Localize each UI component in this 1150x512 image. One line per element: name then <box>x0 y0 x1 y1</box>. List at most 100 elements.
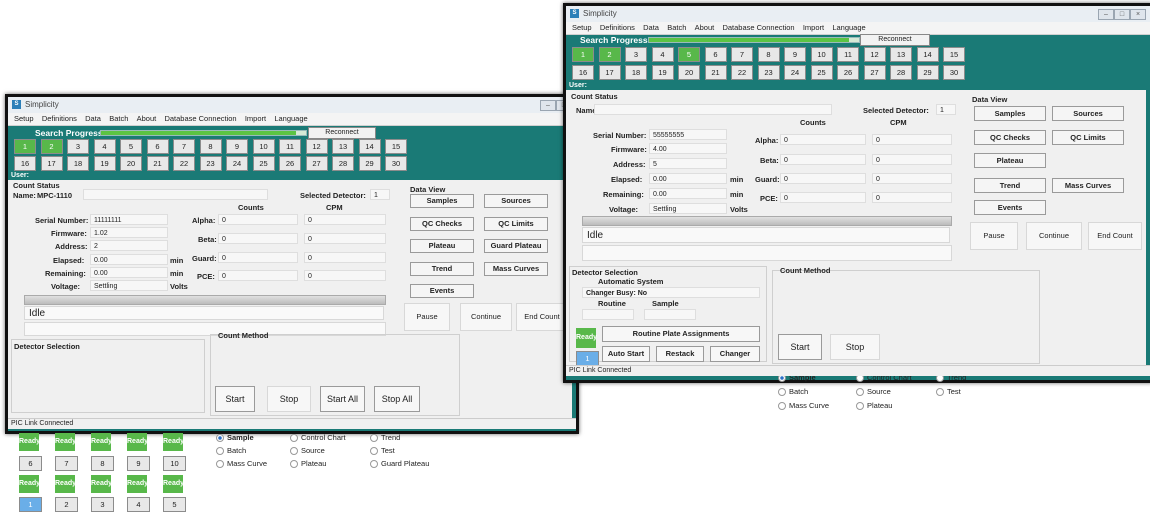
end-count-button[interactable]: End Count <box>1088 222 1142 250</box>
start-button[interactable]: Start <box>215 386 255 412</box>
detector-2-button[interactable]: 2 <box>55 497 78 512</box>
sample-button-27[interactable]: 27 <box>305 156 328 171</box>
stop-all-button[interactable]: Stop All <box>374 386 420 412</box>
guard-plateau-button[interactable]: Guard Plateau <box>484 239 548 253</box>
mass-curves-button[interactable]: Mass Curves <box>484 262 548 276</box>
sample-button-16[interactable]: 16 <box>572 65 594 80</box>
pause-button[interactable]: Pause <box>970 222 1018 250</box>
detector-1-button[interactable]: 1 <box>19 497 42 512</box>
reconnect-button[interactable]: Reconnect <box>308 127 376 139</box>
menu-database-connection[interactable]: Database Connection <box>164 114 236 123</box>
menu-database-connection[interactable]: Database Connection <box>722 23 794 32</box>
sample-button-1[interactable]: 1 <box>572 47 594 62</box>
sample-button-1[interactable]: 1 <box>14 139 36 154</box>
sample-button-8[interactable]: 8 <box>199 139 222 154</box>
sample-button-18[interactable]: 18 <box>67 156 89 171</box>
sample-button-22[interactable]: 22 <box>173 156 195 171</box>
restack-button[interactable]: Restack <box>656 346 704 362</box>
sample-button-17[interactable]: 17 <box>598 65 621 80</box>
count-method-radio-control-chart[interactable] <box>290 434 298 442</box>
sample-button-9[interactable]: 9 <box>784 47 806 62</box>
sample-button-25[interactable]: 25 <box>252 156 275 171</box>
qc-limits-button[interactable]: QC Limits <box>484 217 548 231</box>
sample-button-20[interactable]: 20 <box>120 156 142 171</box>
sample-button-15[interactable]: 15 <box>385 139 407 154</box>
sample-button-16[interactable]: 16 <box>14 156 36 171</box>
sample-button-14[interactable]: 14 <box>916 47 939 62</box>
menu-setup[interactable]: Setup <box>572 23 592 32</box>
sample-button-23[interactable]: 23 <box>757 65 780 80</box>
changer-button[interactable]: Changer <box>710 346 760 362</box>
count-method-radio-mass-curve[interactable] <box>216 460 224 468</box>
sample-button-6[interactable]: 6 <box>704 47 727 62</box>
sample-button-29[interactable]: 29 <box>916 65 939 80</box>
sources-button[interactable]: Sources <box>484 194 548 208</box>
sample-button-24[interactable]: 24 <box>226 156 248 171</box>
count-method-radio-plateau[interactable] <box>290 460 298 468</box>
menu-language[interactable]: Language <box>832 23 865 32</box>
continue-button[interactable]: Continue <box>1026 222 1082 250</box>
sample-button-5[interactable]: 5 <box>678 47 700 62</box>
plateau-button[interactable]: Plateau <box>974 153 1046 168</box>
sample-button-30[interactable]: 30 <box>943 65 965 80</box>
sample-button-23[interactable]: 23 <box>199 156 222 171</box>
start-button[interactable]: Start <box>778 334 822 360</box>
detector-4-button[interactable]: 4 <box>127 497 150 512</box>
ready-indicator[interactable]: Ready <box>91 475 112 493</box>
count-method-radio-batch[interactable] <box>216 447 224 455</box>
menu-definitions[interactable]: Definitions <box>600 23 635 32</box>
ready-indicator[interactable]: Ready <box>163 475 184 493</box>
detector-3-button[interactable]: 3 <box>91 497 114 512</box>
sample-button-26[interactable]: 26 <box>837 65 859 80</box>
menu-data[interactable]: Data <box>643 23 659 32</box>
sample-button-3[interactable]: 3 <box>67 139 89 154</box>
routine-plate-assignments-button[interactable]: Routine Plate Assignments <box>602 326 760 342</box>
reconnect-button[interactable]: Reconnect <box>860 34 930 46</box>
sample-field[interactable] <box>644 309 696 320</box>
qc-checks-button[interactable]: QC Checks <box>974 130 1046 145</box>
ready-indicator[interactable]: Ready <box>127 475 148 493</box>
count-method-radio-guard-plateau[interactable] <box>370 460 378 468</box>
sources-button[interactable]: Sources <box>1052 106 1124 121</box>
stop-button[interactable]: Stop <box>830 334 880 360</box>
samples-button[interactable]: Samples <box>410 194 474 208</box>
detector-9-button[interactable]: 9 <box>127 456 150 471</box>
sample-button-12[interactable]: 12 <box>863 47 886 62</box>
sample-button-2[interactable]: 2 <box>40 139 63 154</box>
samples-button[interactable]: Samples <box>974 106 1046 121</box>
sample-button-6[interactable]: 6 <box>146 139 169 154</box>
events-button[interactable]: Events <box>410 284 474 298</box>
sample-button-22[interactable]: 22 <box>731 65 753 80</box>
menu-batch[interactable]: Batch <box>667 23 686 32</box>
routine-field[interactable] <box>582 309 634 320</box>
sample-button-18[interactable]: 18 <box>625 65 647 80</box>
name-field[interactable] <box>594 104 832 115</box>
ready-indicator[interactable]: Ready <box>91 433 112 451</box>
sample-button-10[interactable]: 10 <box>252 139 275 154</box>
detector-5-button[interactable]: 5 <box>163 497 186 512</box>
sample-button-10[interactable]: 10 <box>810 47 833 62</box>
sample-button-12[interactable]: 12 <box>305 139 328 154</box>
count-method-radio-test[interactable] <box>936 388 944 396</box>
close-icon[interactable]: × <box>1130 9 1146 20</box>
minimize-icon[interactable]: – <box>540 100 556 111</box>
detector-1-button[interactable]: 1 <box>576 351 599 366</box>
ready-indicator[interactable]: Ready <box>55 433 76 451</box>
pause-button[interactable]: Pause <box>404 303 450 331</box>
sample-button-21[interactable]: 21 <box>146 156 169 171</box>
sample-button-4[interactable]: 4 <box>651 47 674 62</box>
qc-limits-button[interactable]: QC Limits <box>1052 130 1124 145</box>
sample-button-13[interactable]: 13 <box>890 47 912 62</box>
sample-button-4[interactable]: 4 <box>93 139 116 154</box>
ready-indicator[interactable]: Ready <box>576 328 597 348</box>
sample-button-26[interactable]: 26 <box>279 156 301 171</box>
menu-setup[interactable]: Setup <box>14 114 34 123</box>
ready-indicator[interactable]: Ready <box>19 433 40 451</box>
menu-batch[interactable]: Batch <box>109 114 128 123</box>
sample-button-20[interactable]: 20 <box>678 65 700 80</box>
ready-indicator[interactable]: Ready <box>55 475 76 493</box>
end-count-button[interactable]: End Count <box>516 303 568 331</box>
sample-button-7[interactable]: 7 <box>173 139 195 154</box>
ready-indicator[interactable]: Ready <box>19 475 40 493</box>
sample-button-30[interactable]: 30 <box>385 156 407 171</box>
